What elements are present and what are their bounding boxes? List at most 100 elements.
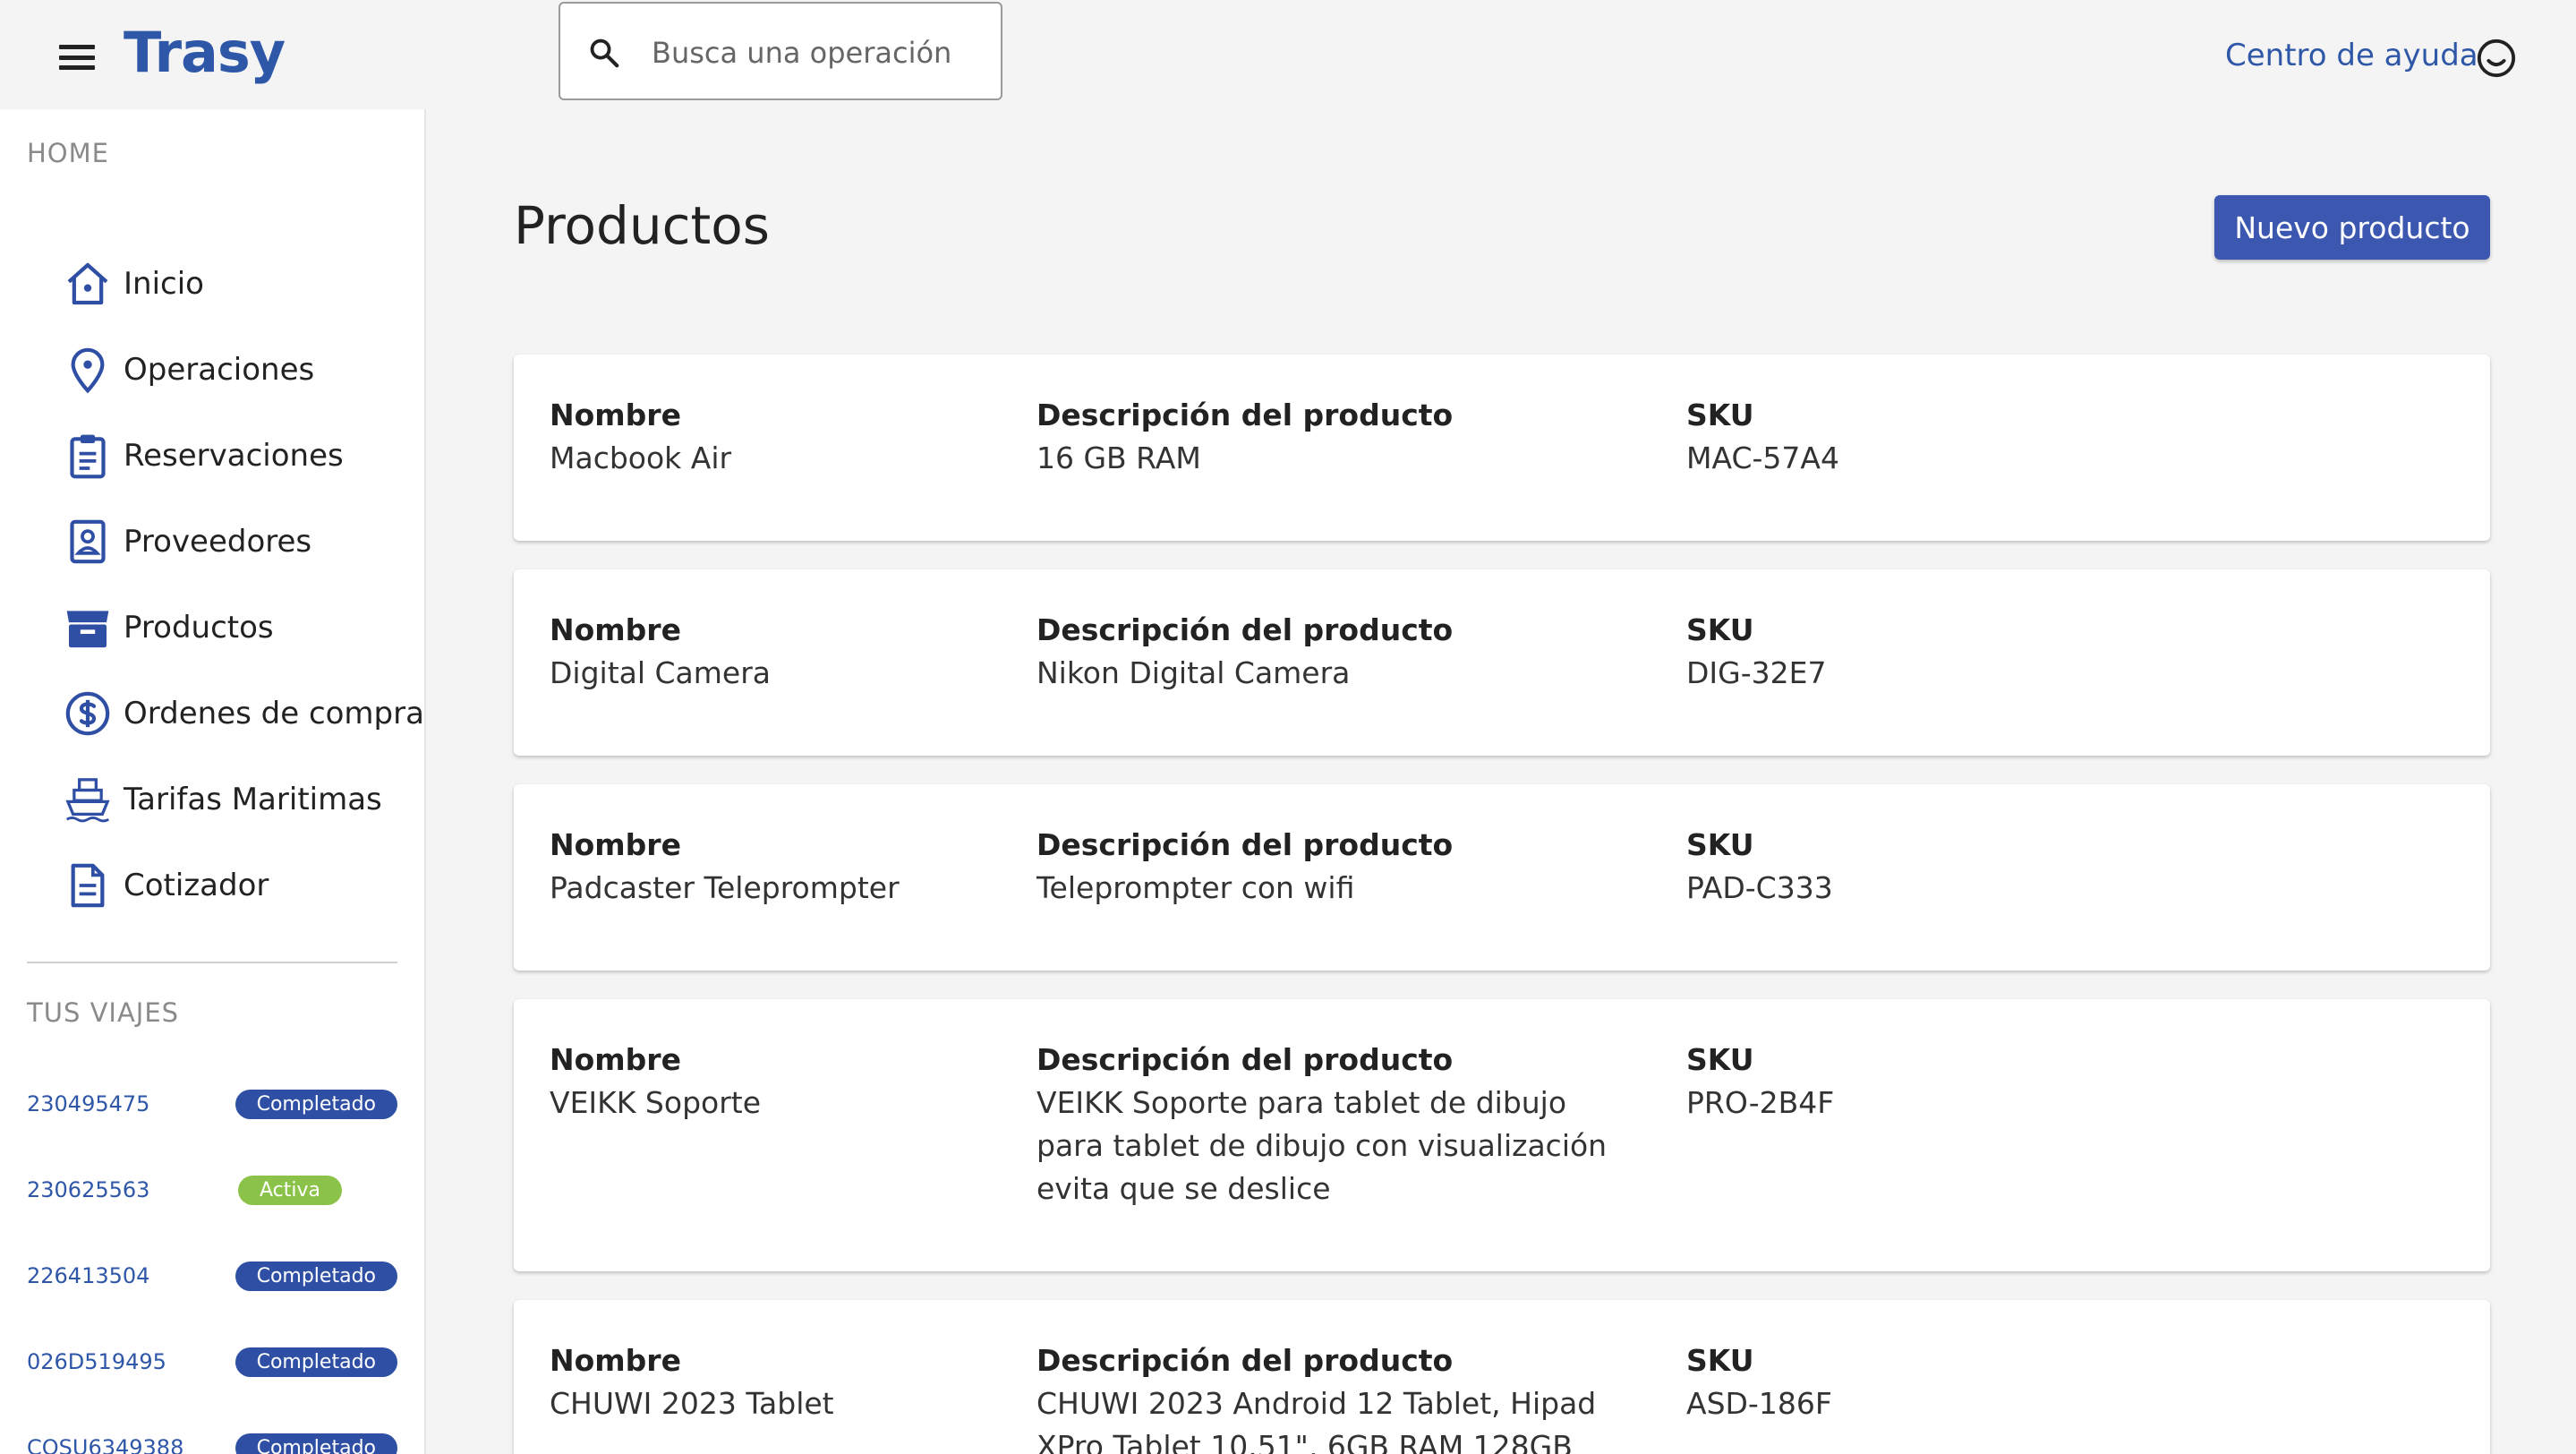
product-sku-field: SKU ASD-186F [1686,1339,2223,1425]
section-title-trips: TUS VIAJES [27,997,180,1028]
sidebar: HOME Inicio Operaciones Reservaciones Pr… [0,109,426,1454]
new-product-button[interactable]: Nuevo producto [2214,195,2490,260]
search-box[interactable] [559,2,1002,100]
product-card[interactable]: Nombre Digital Camera Descripción del pr… [514,569,2490,756]
app-logo[interactable]: Trasy [124,20,286,85]
product-sku: PRO-2B4F [1686,1085,1835,1120]
storefront-icon [66,611,109,648]
help-center-link[interactable]: Centro de ayuda [2225,38,2478,73]
trip-row[interactable]: 026D519495 Completado [27,1339,397,1384]
trip-row[interactable]: COSU6349388 Completado [27,1425,397,1454]
contact-book-icon [70,519,106,564]
sidebar-item-label: Ordenes de compra [124,696,424,731]
sidebar-item-reservaciones[interactable]: Reservaciones [63,424,412,487]
product-description-field: Descripción del producto 16 GB RAM [1036,394,1627,480]
sidebar-item-label: Inicio [124,266,204,302]
product-name-field: Nombre Macbook Air [550,394,1015,480]
sidebar-item-label: Operaciones [124,352,315,388]
section-title-home: HOME [27,138,109,168]
trip-row[interactable]: 230495475 Completado [27,1082,397,1126]
sidebar-divider [27,962,397,963]
sidebar-item-tarifas-maritimas[interactable]: Tarifas Maritimas [63,768,412,831]
trip-row[interactable]: 226413504 Completado [27,1253,397,1298]
page-title: Productos [514,195,770,256]
product-sku-field: SKU PRO-2B4F [1686,1039,2223,1125]
sidebar-item-ordenes-de-compra[interactable]: Ordenes de compra [63,682,424,745]
product-description: CHUWI 2023 Android 12 Tablet, Hipad XPro… [1036,1386,1597,1454]
dollar-circle-icon [65,691,110,736]
name-label: Nombre [550,827,681,862]
name-label: Nombre [550,1042,681,1077]
clipboard-icon [70,434,106,479]
product-description-field: Descripción del producto CHUWI 2023 Andr… [1036,1339,1627,1454]
product-sku-field: SKU MAC-57A4 [1686,394,2223,480]
document-icon [71,863,105,908]
sidebar-item-productos[interactable]: Productos [63,596,412,659]
menu-icon[interactable] [59,45,95,70]
sidebar-item-label: Proveedores [124,524,312,560]
product-description-field: Descripción del producto VEIKK Soporte p… [1036,1039,1627,1210]
trip-id-link[interactable]: 230495475 [27,1091,235,1116]
sku-label: SKU [1686,1042,1754,1077]
product-description-field: Descripción del producto Nikon Digital C… [1036,609,1627,695]
sidebar-item-cotizador[interactable]: Cotizador [63,854,412,917]
product-sku: PAD-C333 [1686,870,1833,905]
trip-id-link[interactable]: 230625563 [27,1177,238,1202]
product-description: Nikon Digital Camera [1036,655,1351,690]
status-badge: Completado [235,1433,397,1454]
search-icon [590,38,619,68]
trip-row[interactable]: 230625563 Activa [27,1167,397,1212]
product-name: Macbook Air [550,440,732,475]
sidebar-item-operaciones[interactable]: Operaciones [63,338,412,401]
location-pin-icon [71,347,105,394]
product-name-field: Nombre CHUWI 2023 Tablet [550,1339,1015,1425]
product-card[interactable]: Nombre CHUWI 2023 Tablet Descripción del… [514,1300,2490,1454]
sidebar-item-label: Tarifas Maritimas [124,782,382,817]
sku-label: SKU [1686,612,1754,647]
product-sku: MAC-57A4 [1686,440,1839,475]
account-icon[interactable] [2476,38,2517,79]
sku-label: SKU [1686,1343,1754,1378]
description-label: Descripción del producto [1036,1343,1454,1378]
sku-label: SKU [1686,398,1754,432]
product-sku-field: SKU DIG-32E7 [1686,609,2223,695]
product-sku: ASD-186F [1686,1386,1832,1421]
search-input[interactable] [652,30,983,75]
product-description: 16 GB RAM [1036,440,1201,475]
name-label: Nombre [550,1343,681,1378]
product-name: Digital Camera [550,655,772,690]
trip-id-link[interactable]: 026D519495 [27,1349,235,1374]
product-sku-field: SKU PAD-C333 [1686,824,2223,910]
product-name: CHUWI 2023 Tablet [550,1386,834,1421]
product-name-field: Nombre VEIKK Soporte [550,1039,1015,1125]
product-name: VEIKK Soporte [550,1085,762,1120]
top-bar: Trasy Centro de ayuda [0,0,2576,109]
product-card[interactable]: Nombre Padcaster Teleprompter Descripció… [514,784,2490,971]
sidebar-item-inicio[interactable]: Inicio [63,252,412,315]
name-label: Nombre [550,612,681,647]
product-card[interactable]: Nombre Macbook Air Descripción del produ… [514,355,2490,541]
product-name-field: Nombre Padcaster Teleprompter [550,824,1015,910]
product-name-field: Nombre Digital Camera [550,609,1015,695]
sku-label: SKU [1686,827,1754,862]
product-description: Teleprompter con wifi [1036,870,1355,905]
product-description-field: Descripción del producto Teleprompter co… [1036,824,1627,910]
home-icon [67,262,108,305]
trip-id-link[interactable]: 226413504 [27,1263,235,1288]
trip-id-link[interactable]: COSU6349388 [27,1435,235,1454]
product-card[interactable]: Nombre VEIKK Soporte Descripción del pro… [514,999,2490,1271]
sidebar-item-label: Productos [124,610,274,646]
ship-icon [65,778,110,823]
status-badge: Activa [238,1175,342,1205]
description-label: Descripción del producto [1036,612,1454,647]
product-description: VEIKK Soporte para tablet de dibujo para… [1036,1085,1608,1206]
sidebar-item-proveedores[interactable]: Proveedores [63,510,412,573]
status-badge: Completado [235,1089,397,1119]
description-label: Descripción del producto [1036,1042,1454,1077]
sidebar-item-label: Reservaciones [124,438,344,474]
description-label: Descripción del producto [1036,398,1454,432]
status-badge: Completado [235,1347,397,1377]
sidebar-item-label: Cotizador [124,868,269,903]
status-badge: Completado [235,1261,397,1291]
description-label: Descripción del producto [1036,827,1454,862]
